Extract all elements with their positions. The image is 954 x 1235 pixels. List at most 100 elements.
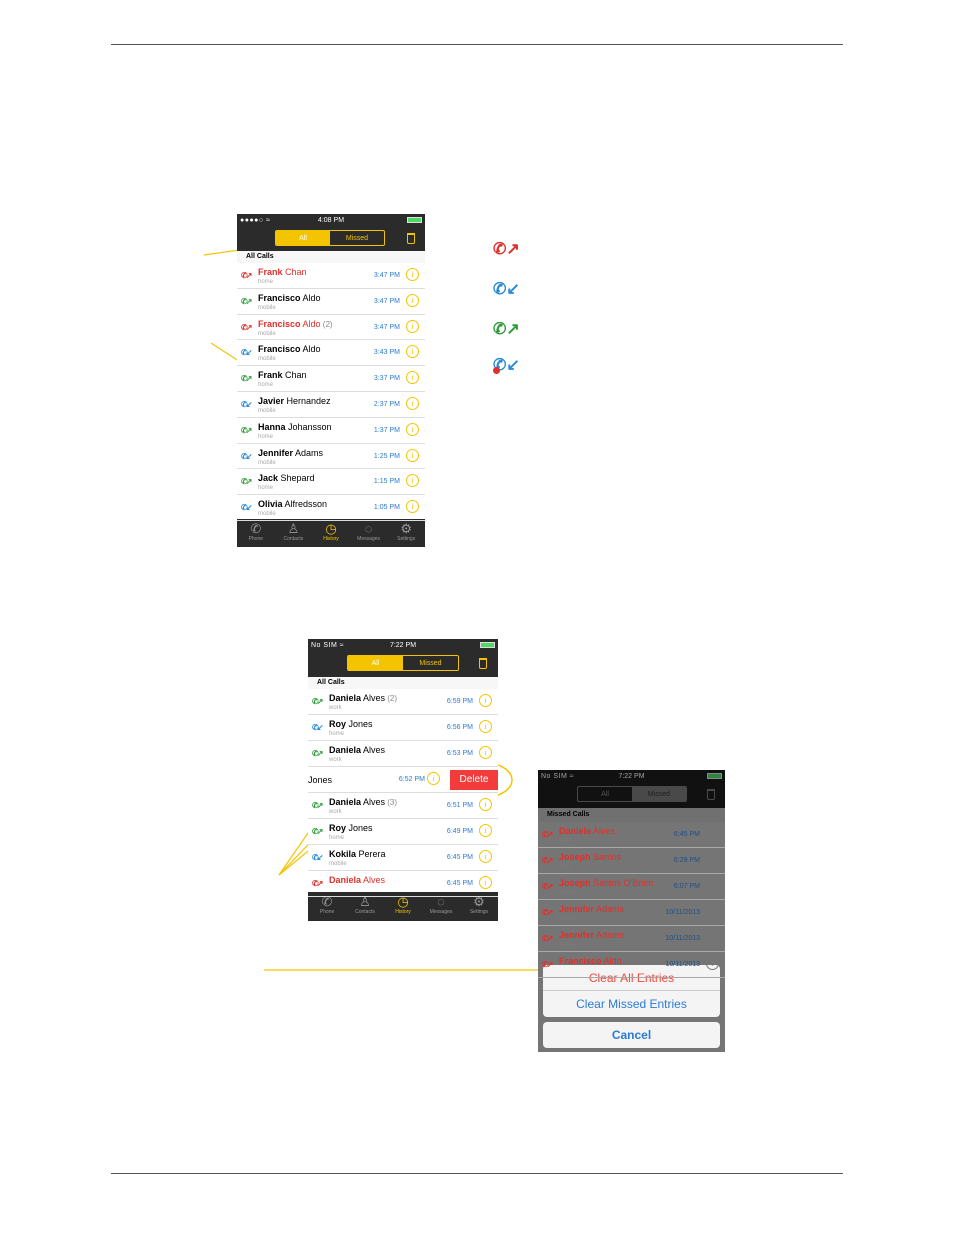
call-row[interactable]: ✆↗ Jack Shepard home 1:15 PM i <box>237 469 425 496</box>
call-row[interactable]: ✆↗ Daniela Alves work 6:53 PM i <box>308 741 498 767</box>
info-icon[interactable]: i <box>427 772 440 785</box>
info-icon[interactable]: i <box>406 397 419 410</box>
info-icon[interactable]: i <box>406 448 419 462</box>
tab-contacts[interactable]: ♙ Contacts <box>275 519 313 547</box>
call-row[interactable]: ✆↗ Francisco Aldo (2) mobile 3:47 PM i <box>237 315 425 341</box>
contacts-icon: ♙ <box>287 521 300 536</box>
trash-icon[interactable] <box>407 233 415 244</box>
call-row[interactable]: ✆↙ Kokila Perera mobile 6:45 PM i <box>308 845 498 871</box>
trash-icon[interactable] <box>479 658 487 669</box>
call-row[interactable]: ✆↗ Daniela Alves (3) work 6:51 PM i <box>308 793 498 819</box>
call-row[interactable]: ✆↙ Javier Hernandez mobile 2:37 PM i <box>237 392 425 418</box>
call-time: 10/11/2013 <box>665 909 700 916</box>
info-icon[interactable]: i <box>706 853 719 866</box>
settings-icon: ⚙ <box>473 894 485 909</box>
contact-name: Daniela Alves (3) <box>329 797 397 807</box>
info-icon[interactable]: i <box>479 746 492 759</box>
tab-settings[interactable]: ⚙ Settings <box>387 519 425 547</box>
tab-history[interactable]: ◷ History <box>312 519 350 547</box>
call-row[interactable]: ✆↗ Daniela Alves (2) work 6:59 PM i <box>308 689 498 715</box>
call-row[interactable]: ✆↙ Jennifer Adams mobile 1:25 PM i <box>237 444 425 470</box>
call-time: 10/11/2013 <box>665 935 700 942</box>
first-name: Daniela <box>559 826 592 836</box>
call-row[interactable]: ✆↙ Francisco Aldo mobile 3:43 PM i <box>237 340 425 367</box>
contact-name: Francisco Aldo <box>258 293 321 303</box>
call-row[interactable]: ✆↙ Roy Jones home 6:56 PM i <box>308 715 498 741</box>
outgoing-call-icon: ✆↗ <box>493 321 520 338</box>
tab-all[interactable]: All <box>348 656 403 670</box>
info-icon[interactable]: i <box>406 345 419 359</box>
missed-call-icon: ✆↗ <box>241 322 252 332</box>
battery-icon <box>480 642 495 648</box>
status-time: 7:22 PM <box>389 642 417 649</box>
tab-missed[interactable]: Missed <box>403 656 458 670</box>
call-row[interactable]: ✆↗ Francisco Aldo 10/11/2013 i <box>538 952 725 978</box>
outgoing-call-icon: ✆↗ <box>241 425 252 435</box>
tab-missed[interactable]: Missed <box>330 231 384 245</box>
call-row[interactable]: ✆↗ Hanna Johansson home 1:37 PM i <box>237 418 425 444</box>
info-icon[interactable]: i <box>479 694 492 707</box>
call-row[interactable]: ✆↗ Frank Chan home 3:47 PM i <box>237 263 425 289</box>
call-count: (2) <box>320 319 333 329</box>
status-time: 4:08 PM <box>317 217 345 224</box>
last-name: Perera <box>356 849 386 859</box>
info-icon[interactable]: i <box>479 720 492 733</box>
call-row[interactable]: ✆↗ Jennifer Adams mobile 10/11/2013 i <box>538 926 725 952</box>
last-name: Chan <box>282 267 307 277</box>
last-name: Aldo <box>300 344 321 355</box>
clear-missed-entries-button[interactable]: Clear Missed Entries <box>543 991 720 1017</box>
contact-name: Jennifer Adams <box>258 448 323 458</box>
phone-type-label: work <box>559 838 572 844</box>
call-time: 10/11/2013 <box>665 961 700 968</box>
delete-button[interactable]: Delete <box>450 770 498 790</box>
call-row[interactable]: ✆↗ Daniela Alves 6:45 PM i <box>308 871 498 897</box>
call-row[interactable]: ✆↗ Francisco Aldo mobile 3:47 PM i <box>237 289 425 315</box>
messages-icon: ◌ <box>364 521 373 536</box>
info-icon[interactable]: i <box>706 905 719 918</box>
contacts-icon: ♙ <box>359 894 371 909</box>
info-icon[interactable]: i <box>479 850 492 863</box>
info-icon[interactable]: i <box>479 824 492 837</box>
info-icon[interactable]: i <box>406 268 419 281</box>
info-icon[interactable]: i <box>406 319 419 333</box>
info-icon[interactable]: i <box>406 500 419 514</box>
info-icon[interactable]: i <box>706 879 719 892</box>
call-time: 3:47 PM <box>373 297 400 305</box>
info-icon[interactable]: i <box>706 827 719 840</box>
call-filter-segment[interactable]: All Missed <box>275 230 385 246</box>
phone-type-label: home <box>258 279 274 285</box>
info-icon[interactable]: i <box>406 293 419 307</box>
phone-type-label: mobile <box>559 916 577 922</box>
voicemail-dot <box>493 367 500 374</box>
last-name: Alves <box>361 745 386 755</box>
info-icon[interactable]: i <box>406 474 419 488</box>
first-name: Daniela <box>329 875 362 885</box>
info-icon[interactable]: i <box>406 371 419 385</box>
outgoing-call-icon: ✆↗ <box>241 296 252 306</box>
call-row[interactable]: ✆↗ Joseph Santos 1001 6:29 PM i <box>538 848 725 874</box>
call-time: 1:15 PM <box>373 478 400 486</box>
info-icon[interactable]: i <box>706 957 719 970</box>
tab-label: Phone <box>248 536 264 542</box>
contact-name: Daniela Alves <box>329 745 385 755</box>
cancel-sheet: Cancel <box>543 1022 720 1048</box>
call-row[interactable]: ✆↗ Joseph Santos O'Brien home 6:07 PM i <box>538 874 725 900</box>
info-icon[interactable]: i <box>406 422 419 436</box>
tab-messages[interactable]: ◌ Messages <box>350 519 388 547</box>
call-row[interactable]: ✆↗ Daniela Alves work 6:45 PM i <box>538 822 725 848</box>
cancel-button[interactable]: Cancel <box>543 1022 720 1048</box>
first-name: Olivia <box>258 499 283 510</box>
info-icon[interactable]: i <box>479 798 492 811</box>
call-row[interactable]: ✆↗ Roy Jones home 6:49 PM i <box>308 819 498 845</box>
call-filter-segment[interactable]: All Missed <box>347 655 459 671</box>
call-row[interactable]: ✆↗ Frank Chan home 3:37 PM i <box>237 366 425 392</box>
info-icon[interactable]: i <box>479 876 492 889</box>
call-row[interactable]: ✆↙ Olivia Alfredsson mobile 1:05 PM i <box>237 495 425 521</box>
phone-type-label: work <box>329 705 342 711</box>
tab-phone[interactable]: ✆ Phone <box>237 519 275 547</box>
first-name: Joseph <box>559 878 591 888</box>
info-icon[interactable]: i <box>706 931 719 944</box>
call-row[interactable]: Jones 6:52 PM i Delete <box>308 767 498 793</box>
call-row[interactable]: ✆↗ Jennifer Adams mobile 10/11/2013 i <box>538 900 725 926</box>
tab-all[interactable]: All <box>276 231 330 245</box>
